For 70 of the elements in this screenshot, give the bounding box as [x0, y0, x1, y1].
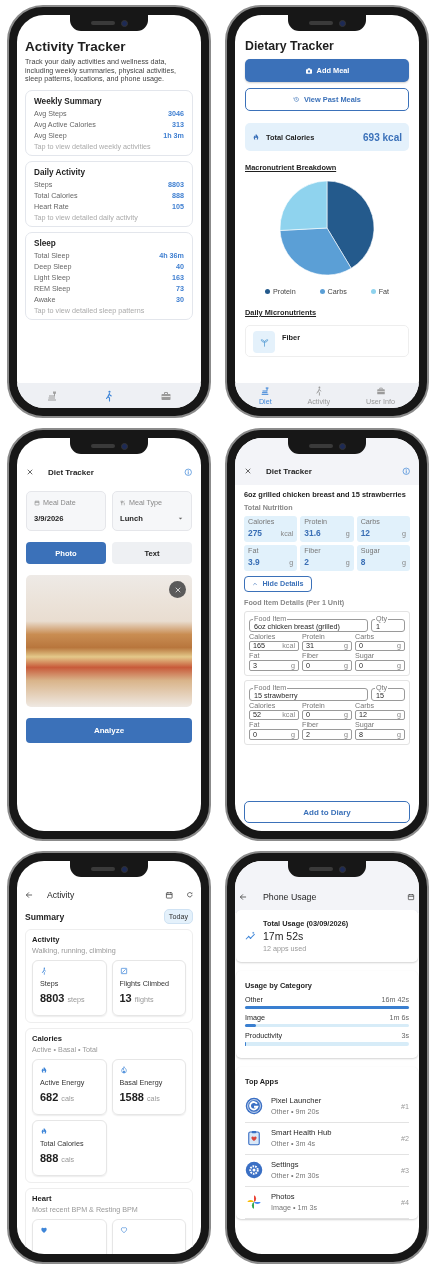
- back-arrow-icon: [25, 891, 33, 899]
- tray-icon: [45, 389, 58, 402]
- camera-icon: [304, 66, 313, 75]
- card-title: Sleep: [34, 238, 57, 248]
- tile-value: 31.6: [304, 528, 321, 538]
- close-button[interactable]: [244, 467, 252, 475]
- settings-icon: [245, 1161, 263, 1180]
- close-icon: [173, 585, 182, 594]
- tile-value: 8: [360, 557, 366, 567]
- metric-value: 8803: [40, 992, 65, 1004]
- heart-outline-icon: [119, 1226, 128, 1234]
- page-title: Activity Tracker: [25, 39, 127, 54]
- total-usage-value: 17m 52s: [263, 930, 305, 942]
- add-to-diary-button[interactable]: Add to Diary: [244, 801, 410, 823]
- refresh-icon: [185, 891, 193, 899]
- flame-icon: [40, 1066, 48, 1074]
- tray-icon: [260, 385, 271, 396]
- calendar-button[interactable]: [407, 893, 415, 901]
- refresh-button[interactable]: [185, 891, 193, 899]
- back-button[interactable]: [25, 891, 33, 899]
- page-title: Dietary Tracker: [245, 39, 335, 53]
- circle-logo-icon: [245, 1097, 263, 1116]
- close-button[interactable]: [26, 468, 34, 476]
- back-arrow-icon: [239, 893, 247, 901]
- clipboard-icon: [245, 1129, 263, 1148]
- close-icon: [26, 468, 34, 476]
- calendar-button[interactable]: [165, 890, 174, 900]
- info-icon: [183, 467, 192, 477]
- analyze-button[interactable]: Analyze: [26, 718, 192, 743]
- chevron-icon: [252, 580, 259, 587]
- sprout-icon: [258, 336, 270, 348]
- info-button[interactable]: [401, 466, 410, 476]
- screen-title: Diet Tracker: [48, 467, 94, 477]
- calendar-icon: [407, 893, 415, 901]
- dropdown-caret-icon: [177, 515, 184, 522]
- tile-value: 3.9: [248, 557, 260, 567]
- tile-value: 2: [304, 557, 309, 567]
- calendar-icon: [34, 499, 40, 506]
- card-title: Weekly Summary: [34, 96, 103, 106]
- card-title: Daily Activity: [34, 167, 87, 177]
- metric-value: 13: [119, 992, 132, 1004]
- close-icon: [244, 467, 252, 475]
- metric-value: 682: [40, 1091, 59, 1103]
- diagonal-square-icon: [119, 967, 128, 975]
- metric-value: 888: [40, 1152, 59, 1164]
- total-calories-value: 693 kcal: [363, 131, 402, 143]
- screen-title: Activity: [47, 890, 75, 900]
- briefcase-icon: [375, 385, 386, 396]
- tile-value: 12: [360, 528, 370, 538]
- calendar-icon: [165, 890, 174, 900]
- running-person-icon: [103, 389, 115, 402]
- metric-value: 1588: [119, 1091, 144, 1103]
- briefcase-icon: [160, 389, 173, 402]
- tile-value: 275: [248, 528, 262, 538]
- utensils-icon: [120, 499, 126, 506]
- walking-person-icon: [40, 967, 48, 975]
- info-icon: [401, 466, 410, 476]
- remove-photo-button[interactable]: [169, 581, 186, 598]
- flame-icon: [40, 1127, 48, 1135]
- flame-outline-icon: [119, 1066, 128, 1074]
- flame-icon: [252, 133, 260, 141]
- screen-title: Phone Usage: [263, 892, 317, 902]
- back-button[interactable]: [239, 893, 247, 901]
- info-button[interactable]: [183, 467, 192, 477]
- screen-title: Diet Tracker: [266, 466, 312, 476]
- trend-line-icon: [245, 930, 256, 942]
- history-icon: [293, 96, 300, 103]
- heart-icon: [40, 1226, 48, 1234]
- section-title: Summary: [25, 911, 65, 922]
- running-person-icon: [313, 385, 324, 396]
